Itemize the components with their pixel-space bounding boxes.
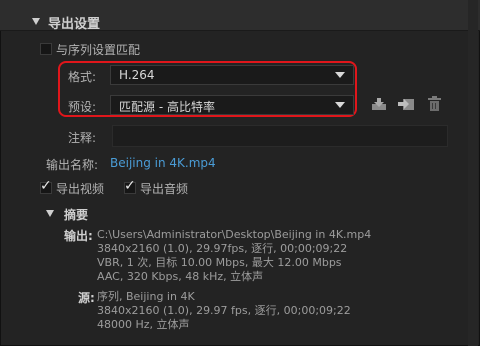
output-name-link[interactable]: Beijing in 4K.mp4 xyxy=(110,156,216,170)
preset-value: 匹配源 - 高比特率 xyxy=(119,100,215,114)
summary-title: 摘要 xyxy=(64,208,89,222)
preset-dropdown[interactable]: 匹配源 - 高比特率 xyxy=(110,95,354,115)
summary-output-line: 3840x2160 (1.0), 29.97fps, 逐行, 00;00;09;… xyxy=(97,242,348,255)
summary-source-label: 源: xyxy=(78,291,95,305)
export-video-checkbox[interactable]: ✓ xyxy=(40,178,52,194)
preset-label: 预设: xyxy=(68,100,97,114)
summary-output-label: 输出: xyxy=(64,229,93,243)
summary-source-line: 48000 Hz, 立体声 xyxy=(97,318,190,331)
scrollbar[interactable] xyxy=(468,0,478,346)
output-name-label: 输出名称: xyxy=(46,158,99,172)
format-value: H.264 xyxy=(119,68,155,82)
summary-output-line: AAC, 320 Kbps, 48 kHz, 立体声 xyxy=(97,270,264,283)
summary-output-line: C:\Users\Administrator\Desktop\Beijing i… xyxy=(97,228,372,241)
save-preset-icon[interactable] xyxy=(371,97,387,111)
match-sequence-checkbox[interactable] xyxy=(40,43,52,55)
collapse-triangle-icon[interactable] xyxy=(32,18,40,25)
chevron-down-icon xyxy=(335,72,345,78)
chevron-down-icon xyxy=(335,102,345,108)
summary-output-line: VBR, 1 次, 目标 10.00 Mbps, 最大 12.00 Mbps xyxy=(97,256,342,269)
notes-label: 注释: xyxy=(68,131,97,145)
import-preset-icon[interactable] xyxy=(398,97,416,111)
format-label: 格式: xyxy=(68,70,97,84)
summary-source-line: 3840x2160 (1.0), 29.97 fps, 逐行, 00;00;09… xyxy=(97,304,351,317)
format-dropdown[interactable]: H.264 xyxy=(110,65,354,85)
summary-collapse-icon[interactable] xyxy=(46,210,54,217)
export-audio-label: 导出音频 xyxy=(140,182,189,196)
delete-preset-icon[interactable] xyxy=(428,96,441,111)
section-title: 导出设置 xyxy=(48,17,101,32)
export-video-label: 导出视频 xyxy=(56,182,105,196)
match-sequence-label: 与序列设置匹配 xyxy=(56,43,141,57)
notes-input[interactable] xyxy=(112,125,448,147)
summary-source-line: 序列, Beijing in 4K xyxy=(97,290,195,303)
export-audio-checkbox[interactable]: ✓ xyxy=(124,178,136,194)
checkmark-icon: ✓ xyxy=(124,178,136,194)
checkmark-icon: ✓ xyxy=(40,178,52,194)
